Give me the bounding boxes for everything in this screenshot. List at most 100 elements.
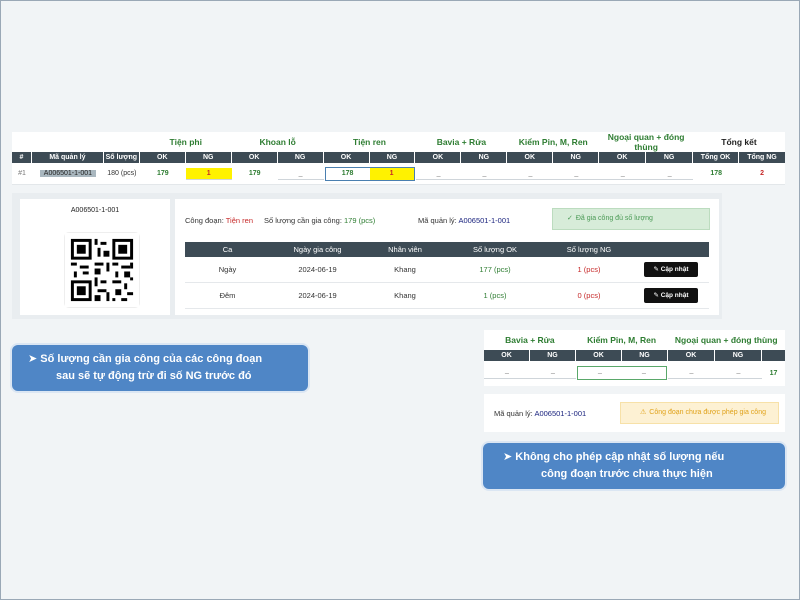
ng-cell[interactable]: _ <box>553 168 600 180</box>
pencil-icon: ✎ <box>653 292 659 299</box>
col-ng-qty: Số lượng NG <box>566 245 612 254</box>
col-qty: Số lượng <box>104 152 140 163</box>
process-info-card: Mã quản lý: A006501-1-001 ⚠ Công đoạn chư… <box>484 394 785 432</box>
status-banner-text: Đã gia công đủ số lượng <box>575 215 653 222</box>
warning-icon: ⚠ <box>640 409 647 416</box>
table-row[interactable]: #1 A006501-1-001 180 (pcs) 179 1 179 _ 1… <box>12 163 785 185</box>
ok-cell[interactable]: _ <box>415 168 462 180</box>
row-code: A006501-1-001 <box>39 169 97 177</box>
stage-header-row: Tiện phi Khoan lỗ Tiện ren Bavia + Rửa K… <box>12 132 785 152</box>
selected-stage-cell[interactable]: 178 1 <box>324 166 415 181</box>
ok-cell[interactable]: _ <box>507 168 554 180</box>
shift-table-header: Ca Ngày gia công Nhân viên Số lượng OK S… <box>185 242 709 257</box>
row-ng: 0 (pcs) <box>577 291 601 300</box>
code-info: Mã quản lý: A006501-1-001 <box>418 216 510 225</box>
col-ok: OK <box>415 152 462 163</box>
ng-cell[interactable]: _ <box>277 168 324 180</box>
ng-cell[interactable]: _ <box>530 367 576 379</box>
stage-value: Tiện ren <box>225 216 253 225</box>
stage-ngoai-quan: Ngoại quan + đóng thùng <box>607 132 685 152</box>
col-ng: NG <box>530 350 576 361</box>
row-ok: 177 (pcs) <box>479 265 511 274</box>
col-total-ok: Tổng OK <box>693 152 740 163</box>
col-ok-qty: Số lượng OK <box>472 245 518 254</box>
code-info: Mã quản lý: A006501-1-001 <box>494 409 586 418</box>
stage-info: Công đoạn: Tiện ren <box>185 216 253 225</box>
col-ng: NG <box>622 350 668 361</box>
callout-block-update: ➤ Không cho phép cập nhật số lượng nếu c… <box>483 443 785 489</box>
qty-needed-label: Số lượng cần gia công: <box>264 216 342 225</box>
col-ng: NG <box>553 152 600 163</box>
production-tracker-table: Tiện phi Khoan lỗ Tiện ren Bavia + Rửa K… <box>12 132 785 185</box>
col-actions <box>633 242 709 257</box>
total-ok-value: 17 <box>769 369 778 377</box>
col-staff: Nhân viên <box>388 245 422 254</box>
callout-line2: công đoạn trước chưa thực hiện <box>541 468 713 480</box>
table-row[interactable]: _ _ _ _ _ _ 17 <box>484 361 785 385</box>
callout-text: Số lượng cần gia công của các công đoạn <box>40 353 263 365</box>
column-header-row: OK NG OK NG OK NG <box>484 350 785 361</box>
ok-cell[interactable]: _ <box>578 367 622 379</box>
col-total <box>762 350 785 361</box>
qr-code-icon <box>65 233 139 307</box>
update-button[interactable]: ✎ Cập nhật <box>644 288 698 303</box>
stage-label: Công đoạn: <box>185 216 224 225</box>
status-banner: ✓ Đã gia công đủ số lượng <box>552 208 710 230</box>
ok-cell[interactable]: _ <box>668 367 715 379</box>
row-staff: Khang <box>394 291 416 300</box>
arrow-right-icon: ➤ <box>28 353 38 365</box>
row-qty: 180 (pcs) <box>107 169 137 177</box>
ng-cell[interactable]: 1 <box>369 167 414 180</box>
row-ng: 1 (pcs) <box>577 265 601 274</box>
row-ok: 1 (pcs) <box>483 291 507 300</box>
col-ng: NG <box>715 350 762 361</box>
ng-cell[interactable]: _ <box>461 168 508 180</box>
arrow-right-icon: ➤ <box>503 451 513 463</box>
ok-cell[interactable]: 178 <box>326 168 370 180</box>
code-label: Mã quản lý: <box>494 409 533 418</box>
col-ok: OK <box>324 152 370 163</box>
total-ok-value: 178 <box>710 169 722 177</box>
warning-banner: ⚠ Công đoạn chưa được phép gia công <box>620 402 779 424</box>
ng-cell[interactable]: _ <box>715 367 762 379</box>
col-date: Ngày gia công <box>293 245 342 254</box>
production-tracker-table-partial: Bavia + Rửa Kiểm Pin, M, Ren Ngoại quan … <box>484 330 785 386</box>
col-ok: OK <box>507 152 554 163</box>
qr-code-label: A006501-1-001 <box>70 207 120 214</box>
col-ok: OK <box>576 350 622 361</box>
ng-cell[interactable]: _ <box>622 367 666 379</box>
stage-tien-phi: Tiện phi <box>169 137 202 147</box>
row-date: 2024-06-19 <box>298 265 337 274</box>
row-index: #1 <box>18 169 26 177</box>
update-button-label: Cập nhật <box>660 266 689 273</box>
update-button[interactable]: ✎ Cập nhật <box>644 262 698 277</box>
table-row: Ngày 2024-06-19 Khang 177 (pcs) 1 (pcs) … <box>185 257 709 283</box>
detail-panel: A006501-1-001 Công đoạn: Tiện ren Số lượ… <box>12 193 722 319</box>
ok-cell[interactable]: 179 <box>232 168 278 180</box>
ng-cell[interactable]: _ <box>646 168 694 180</box>
col-ng: NG <box>461 152 508 163</box>
check-icon: ✓ <box>567 215 573 222</box>
col-ng: NG <box>646 152 694 163</box>
ok-cell[interactable]: _ <box>484 367 530 379</box>
col-total-ng: Tổng NG <box>747 154 777 161</box>
col-ng: NG <box>370 152 416 163</box>
col-ng: NG <box>278 152 324 163</box>
blocked-stage-cell[interactable]: _ _ <box>577 366 667 380</box>
col-ok: OK <box>484 350 530 361</box>
stage-bavia-rua: Bavia + Rửa <box>505 335 555 345</box>
ng-cell[interactable]: 1 <box>185 167 232 180</box>
code-value: A006501-1-001 <box>458 216 511 225</box>
row-shift: Đêm <box>219 291 236 300</box>
col-ok: OK <box>140 152 186 163</box>
qty-needed-info: Số lượng cần gia công: 179 (pcs) <box>264 216 375 225</box>
column-header-row: # Mã quản lý Số lượng OK NG OK NG OK NG … <box>12 152 785 163</box>
stage-ngoai-quan: Ngoại quan + đóng thùng <box>674 335 778 345</box>
ok-cell[interactable]: _ <box>599 168 647 180</box>
total-ng-value: 2 <box>760 169 765 177</box>
ok-cell[interactable]: 179 <box>140 168 186 180</box>
stage-kiem-pin: Kiểm Pin, M, Ren <box>587 335 657 345</box>
callout-line1: ➤ Số lượng cần gia công của các công đoạ… <box>28 352 262 365</box>
detail-panel-blocked: Mã quản lý: A006501-1-001 ⚠ Công đoạn chư… <box>484 394 785 432</box>
row-shift: Ngày <box>218 265 237 274</box>
